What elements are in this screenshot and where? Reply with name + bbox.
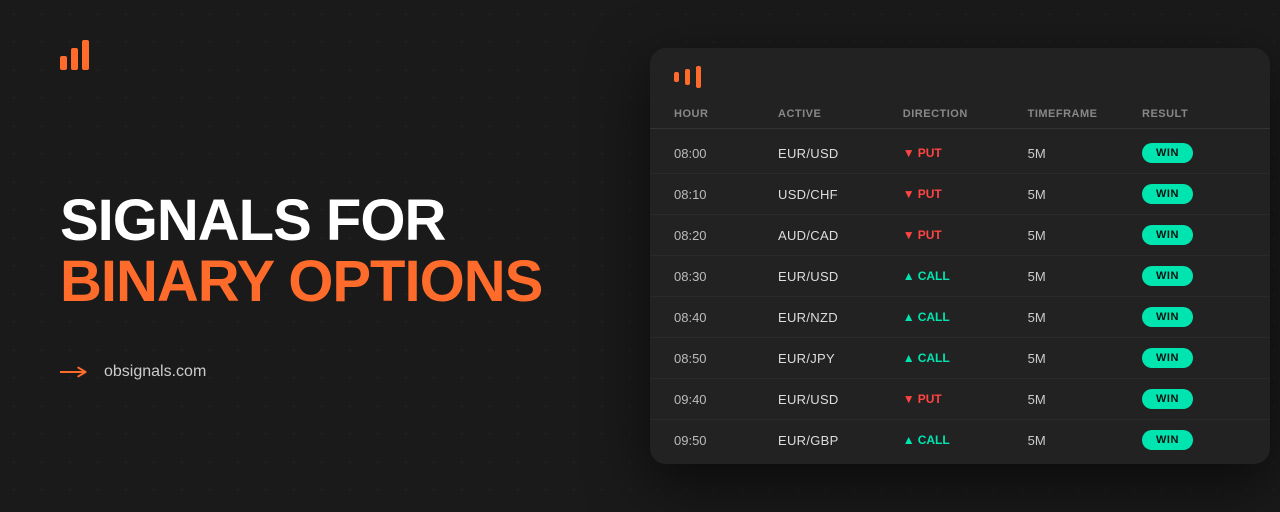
col-timeframe: TIMEFRAME	[1028, 108, 1142, 120]
cell-direction: ▼PUT	[903, 392, 1028, 406]
cell-direction: ▼PUT	[903, 187, 1028, 201]
right-panel: HOUR AcTIVE DIRECTION TIMEFRAME RESULT 0…	[620, 28, 1280, 484]
cell-active: USD/CHF	[778, 187, 903, 202]
main-container: SIGNALS FOR BINARY OPTIONS obsignals.com…	[0, 0, 1280, 512]
cell-result: WIN	[1142, 184, 1246, 204]
cell-direction: ▲CALL	[903, 351, 1028, 365]
card-header	[650, 48, 1270, 100]
table-row: 08:30 EUR/USD ▲CALL 5M WIN	[650, 256, 1270, 297]
logo	[60, 40, 89, 70]
cell-hour: 08:30	[674, 269, 778, 284]
logo-bar-3	[82, 40, 89, 70]
cell-timeframe: 5M	[1028, 228, 1142, 243]
cell-timeframe: 5M	[1028, 269, 1142, 284]
headline: SIGNALS FOR BINARY OPTIONS	[60, 191, 560, 313]
cell-hour: 08:50	[674, 351, 778, 366]
card-logo-bar-3	[696, 66, 701, 88]
result-badge: WIN	[1142, 307, 1193, 327]
col-active: AcTIVE	[778, 108, 903, 120]
result-badge: WIN	[1142, 225, 1193, 245]
table-row: 08:20 AUD/CAD ▼PUT 5M WIN	[650, 215, 1270, 256]
arrow-icon	[60, 364, 92, 380]
cell-result: WIN	[1142, 430, 1246, 450]
cell-result: WIN	[1142, 389, 1246, 409]
table-row: 09:50 EUR/GBP ▲CALL 5M WIN	[650, 420, 1270, 460]
website-label: obsignals.com	[104, 363, 206, 381]
cell-active: EUR/NZD	[778, 310, 903, 325]
cell-result: WIN	[1142, 143, 1246, 163]
cell-timeframe: 5M	[1028, 187, 1142, 202]
table-row: 09:40 EUR/USD ▼PUT 5M WIN	[650, 379, 1270, 420]
cell-hour: 09:50	[674, 433, 778, 448]
result-badge: WIN	[1142, 184, 1193, 204]
table-row: 08:10 USD/CHF ▼PUT 5M WIN	[650, 174, 1270, 215]
table-row: 08:50 EUR/JPY ▲CALL 5M WIN	[650, 338, 1270, 379]
col-result: RESULT	[1142, 108, 1246, 120]
cell-hour: 09:40	[674, 392, 778, 407]
left-panel: SIGNALS FOR BINARY OPTIONS obsignals.com	[0, 0, 620, 512]
headline-line1: SIGNALS FOR	[60, 191, 560, 252]
cell-timeframe: 5M	[1028, 433, 1142, 448]
cell-hour: 08:10	[674, 187, 778, 202]
logo-bar-2	[71, 48, 78, 70]
cell-active: EUR/USD	[778, 392, 903, 407]
table-header: HOUR AcTIVE DIRECTION TIMEFRAME RESULT	[650, 100, 1270, 129]
cell-direction: ▲CALL	[903, 433, 1028, 447]
col-direction: DIRECTION	[903, 108, 1028, 120]
result-badge: WIN	[1142, 266, 1193, 286]
cell-active: EUR/GBP	[778, 433, 903, 448]
cell-direction: ▼PUT	[903, 146, 1028, 160]
table-body: 08:00 EUR/USD ▼PUT 5M WIN 08:10 USD/CHF …	[650, 129, 1270, 464]
cell-timeframe: 5M	[1028, 310, 1142, 325]
cell-timeframe: 5M	[1028, 351, 1142, 366]
cell-active: EUR/USD	[778, 269, 903, 284]
cell-active: EUR/JPY	[778, 351, 903, 366]
cell-direction: ▼PUT	[903, 228, 1028, 242]
cell-timeframe: 5M	[1028, 146, 1142, 161]
cell-hour: 08:20	[674, 228, 778, 243]
cell-result: WIN	[1142, 348, 1246, 368]
cell-hour: 08:00	[674, 146, 778, 161]
result-badge: WIN	[1142, 430, 1193, 450]
result-badge: WIN	[1142, 143, 1193, 163]
result-badge: WIN	[1142, 348, 1193, 368]
website-link[interactable]: obsignals.com	[60, 363, 560, 381]
cell-active: EUR/USD	[778, 146, 903, 161]
result-badge: WIN	[1142, 389, 1193, 409]
cell-result: WIN	[1142, 266, 1246, 286]
cell-result: WIN	[1142, 225, 1246, 245]
card-logo-bar-2	[685, 69, 690, 85]
cell-direction: ▲CALL	[903, 310, 1028, 324]
table-row: 08:40 EUR/NZD ▲CALL 5M WIN	[650, 297, 1270, 338]
cell-hour: 08:40	[674, 310, 778, 325]
cell-result: WIN	[1142, 307, 1246, 327]
headline-line2: BINARY OPTIONS	[60, 252, 560, 313]
cell-active: AUD/CAD	[778, 228, 903, 243]
cell-timeframe: 5M	[1028, 392, 1142, 407]
col-hour: HOUR	[674, 108, 778, 120]
logo-bar-1	[60, 56, 67, 70]
table-row: 08:00 EUR/USD ▼PUT 5M WIN	[650, 133, 1270, 174]
cell-direction: ▲CALL	[903, 269, 1028, 283]
card-logo-bar-1	[674, 72, 679, 82]
trading-card: HOUR AcTIVE DIRECTION TIMEFRAME RESULT 0…	[650, 48, 1270, 464]
